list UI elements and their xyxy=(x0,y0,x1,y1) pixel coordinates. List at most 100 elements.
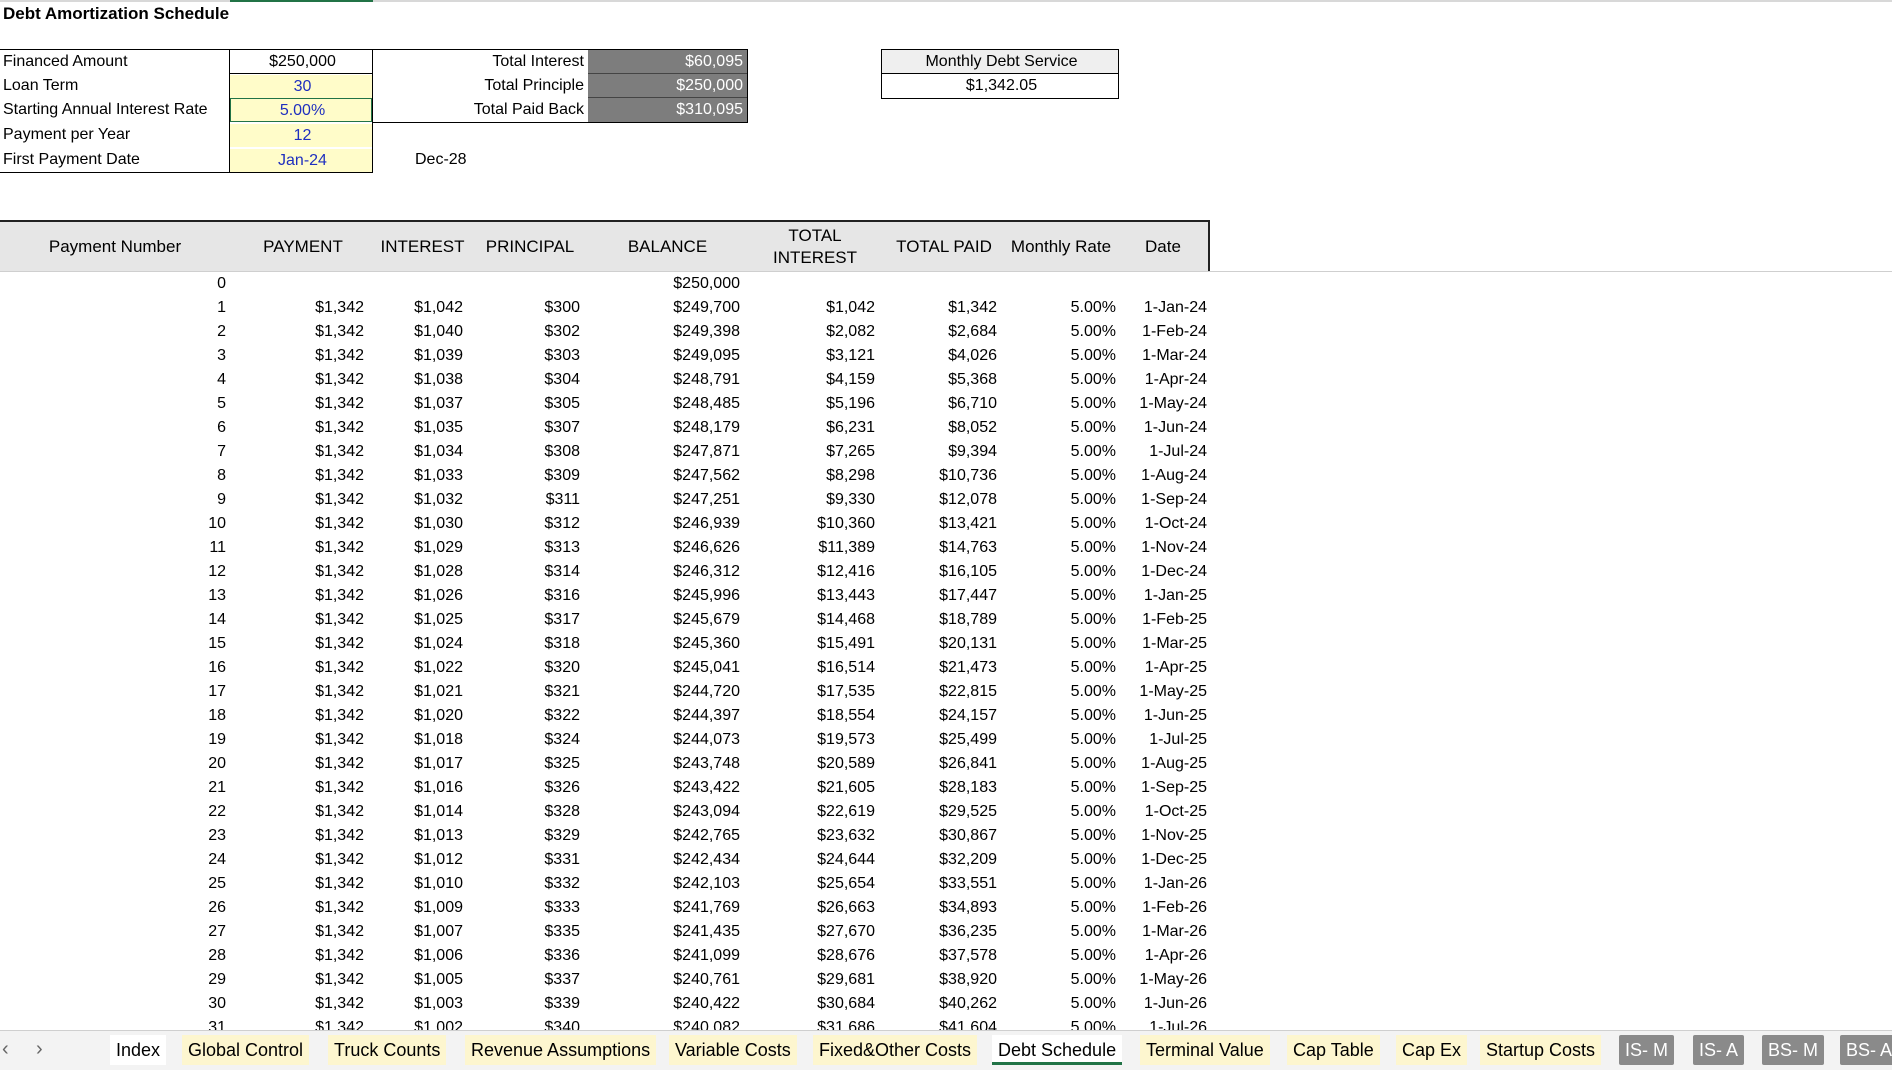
cell-principal[interactable]: $302 xyxy=(480,320,580,344)
cell-balance[interactable]: $243,422 xyxy=(610,776,740,800)
cell-principal[interactable]: $337 xyxy=(480,968,580,992)
cell-interest[interactable]: $1,007 xyxy=(360,920,463,944)
cell-total-paid[interactable]: $6,710 xyxy=(880,392,997,416)
cell-payment-number[interactable]: 7 xyxy=(100,440,226,464)
cell-payment-number[interactable]: 3 xyxy=(100,344,226,368)
sheet-tab-fixed-other-costs[interactable]: Fixed&Other Costs xyxy=(813,1035,978,1065)
cell-interest[interactable]: $1,025 xyxy=(360,608,463,632)
cell-monthly-rate[interactable]: 5.00% xyxy=(1010,368,1116,392)
cell-total-paid[interactable]: $41,604 xyxy=(880,1016,997,1030)
cell-total-paid[interactable]: $8,052 xyxy=(880,416,997,440)
cell-payment-number[interactable]: 31 xyxy=(100,1016,226,1030)
cell-monthly-rate[interactable]: 5.00% xyxy=(1010,416,1116,440)
cell-payment-number[interactable]: 16 xyxy=(100,656,226,680)
cell-total-interest[interactable]: $14,468 xyxy=(750,608,875,632)
cell-interest[interactable]: $1,032 xyxy=(360,488,463,512)
cell-date[interactable]: 1-May-25 xyxy=(1115,680,1207,704)
cell-date[interactable]: 1-Sep-25 xyxy=(1115,776,1207,800)
cell-interest[interactable]: $1,018 xyxy=(360,728,463,752)
sheet-tab-cap-table[interactable]: Cap Table xyxy=(1287,1035,1380,1065)
cell-principal[interactable]: $324 xyxy=(480,728,580,752)
cell-payment-number[interactable]: 20 xyxy=(100,752,226,776)
cell-balance[interactable]: $244,073 xyxy=(610,728,740,752)
cell-payment-number[interactable]: 8 xyxy=(100,464,226,488)
cell-total-paid[interactable]: $24,157 xyxy=(880,704,997,728)
cell-balance[interactable]: $245,360 xyxy=(610,632,740,656)
payments-per-year-input[interactable]: 12 xyxy=(230,124,372,147)
cell-interest[interactable]: $1,026 xyxy=(360,584,463,608)
cell-payment-number[interactable]: 13 xyxy=(100,584,226,608)
cell-principal[interactable]: $303 xyxy=(480,344,580,368)
cell-total-paid[interactable]: $25,499 xyxy=(880,728,997,752)
cell-total-interest[interactable]: $21,605 xyxy=(750,776,875,800)
cell-balance[interactable]: $245,679 xyxy=(610,608,740,632)
cell-interest[interactable]: $1,042 xyxy=(360,296,463,320)
cell-date[interactable]: 1-Nov-25 xyxy=(1115,824,1207,848)
cell-date[interactable]: 1-Jun-24 xyxy=(1115,416,1207,440)
cell-interest[interactable]: $1,038 xyxy=(360,368,463,392)
sheet-tab-is-a[interactable]: IS- A xyxy=(1693,1035,1745,1065)
cell-total-interest[interactable]: $7,265 xyxy=(750,440,875,464)
interest-rate-input[interactable]: 5.00% xyxy=(230,98,372,122)
cell-date[interactable]: 1-Sep-24 xyxy=(1115,488,1207,512)
cell-interest[interactable]: $1,028 xyxy=(360,560,463,584)
cell-principal[interactable]: $312 xyxy=(480,512,580,536)
cell-interest[interactable]: $1,006 xyxy=(360,944,463,968)
cell-payment-number[interactable]: 5 xyxy=(100,392,226,416)
cell-payment-number[interactable]: 1 xyxy=(100,296,226,320)
cell-total-interest[interactable]: $13,443 xyxy=(750,584,875,608)
cell-balance[interactable]: $240,761 xyxy=(610,968,740,992)
cell-total-interest[interactable]: $30,684 xyxy=(750,992,875,1016)
cell-payment[interactable]: $1,342 xyxy=(260,560,364,584)
cell-total-paid[interactable]: $17,447 xyxy=(880,584,997,608)
cell-principal[interactable]: $325 xyxy=(480,752,580,776)
cell-payment[interactable]: $1,342 xyxy=(260,656,364,680)
cell-total-interest[interactable]: $11,389 xyxy=(750,536,875,560)
cell-payment-number[interactable]: 30 xyxy=(100,992,226,1016)
cell-balance[interactable]: $246,939 xyxy=(610,512,740,536)
cell-monthly-rate[interactable]: 5.00% xyxy=(1010,872,1116,896)
cell-date[interactable]: 1-Oct-24 xyxy=(1115,512,1207,536)
cell-principal[interactable]: $332 xyxy=(480,872,580,896)
cell-monthly-rate[interactable]: 5.00% xyxy=(1010,968,1116,992)
cell-balance[interactable]: $246,626 xyxy=(610,536,740,560)
cell-monthly-rate[interactable]: 5.00% xyxy=(1010,584,1116,608)
cell-payment[interactable]: $1,342 xyxy=(260,872,364,896)
cell-payment-number[interactable]: 17 xyxy=(100,680,226,704)
cell-date[interactable]: 1-Feb-26 xyxy=(1115,896,1207,920)
cell-payment[interactable]: $1,342 xyxy=(260,848,364,872)
cell-principal[interactable]: $326 xyxy=(480,776,580,800)
cell-date[interactable]: 1-May-24 xyxy=(1115,392,1207,416)
cell-payment-number[interactable]: 24 xyxy=(100,848,226,872)
cell-total-paid[interactable]: $13,421 xyxy=(880,512,997,536)
cell-payment[interactable]: $1,342 xyxy=(260,392,364,416)
cell-payment[interactable]: $1,342 xyxy=(260,344,364,368)
cell-date[interactable]: 1-Aug-24 xyxy=(1115,464,1207,488)
loan-term-input[interactable]: 30 xyxy=(230,75,372,98)
cell-total-paid[interactable]: $20,131 xyxy=(880,632,997,656)
sheet-tab-startup-costs[interactable]: Startup Costs xyxy=(1480,1035,1602,1065)
sheet-tab-bs-a[interactable]: BS- A xyxy=(1840,1035,1892,1065)
cell-principal[interactable]: $335 xyxy=(480,920,580,944)
cell-payment-number[interactable]: 12 xyxy=(100,560,226,584)
cell-total-paid[interactable]: $32,209 xyxy=(880,848,997,872)
cell-payment-number[interactable]: 14 xyxy=(100,608,226,632)
sheet-tab-index[interactable]: Index xyxy=(110,1035,167,1065)
cell-total-interest[interactable]: $18,554 xyxy=(750,704,875,728)
cell-payment-number[interactable]: 9 xyxy=(100,488,226,512)
cell-payment[interactable]: $1,342 xyxy=(260,416,364,440)
cell-total-interest[interactable]: $17,535 xyxy=(750,680,875,704)
cell-monthly-rate[interactable]: 5.00% xyxy=(1010,1016,1116,1030)
cell-payment-number[interactable]: 6 xyxy=(100,416,226,440)
cell-total-paid[interactable]: $34,893 xyxy=(880,896,997,920)
cell-payment-number[interactable]: 15 xyxy=(100,632,226,656)
cell-payment[interactable]: $1,342 xyxy=(260,632,364,656)
cell-balance[interactable]: $248,485 xyxy=(610,392,740,416)
first-payment-date-input[interactable]: Jan-24 xyxy=(230,149,372,172)
cell-interest[interactable]: $1,033 xyxy=(360,464,463,488)
cell-date[interactable]: 1-Jan-26 xyxy=(1115,872,1207,896)
cell-total-paid[interactable]: $14,763 xyxy=(880,536,997,560)
cell-total-interest[interactable]: $19,573 xyxy=(750,728,875,752)
cell-total-interest[interactable]: $25,654 xyxy=(750,872,875,896)
cell-balance[interactable]: $242,103 xyxy=(610,872,740,896)
